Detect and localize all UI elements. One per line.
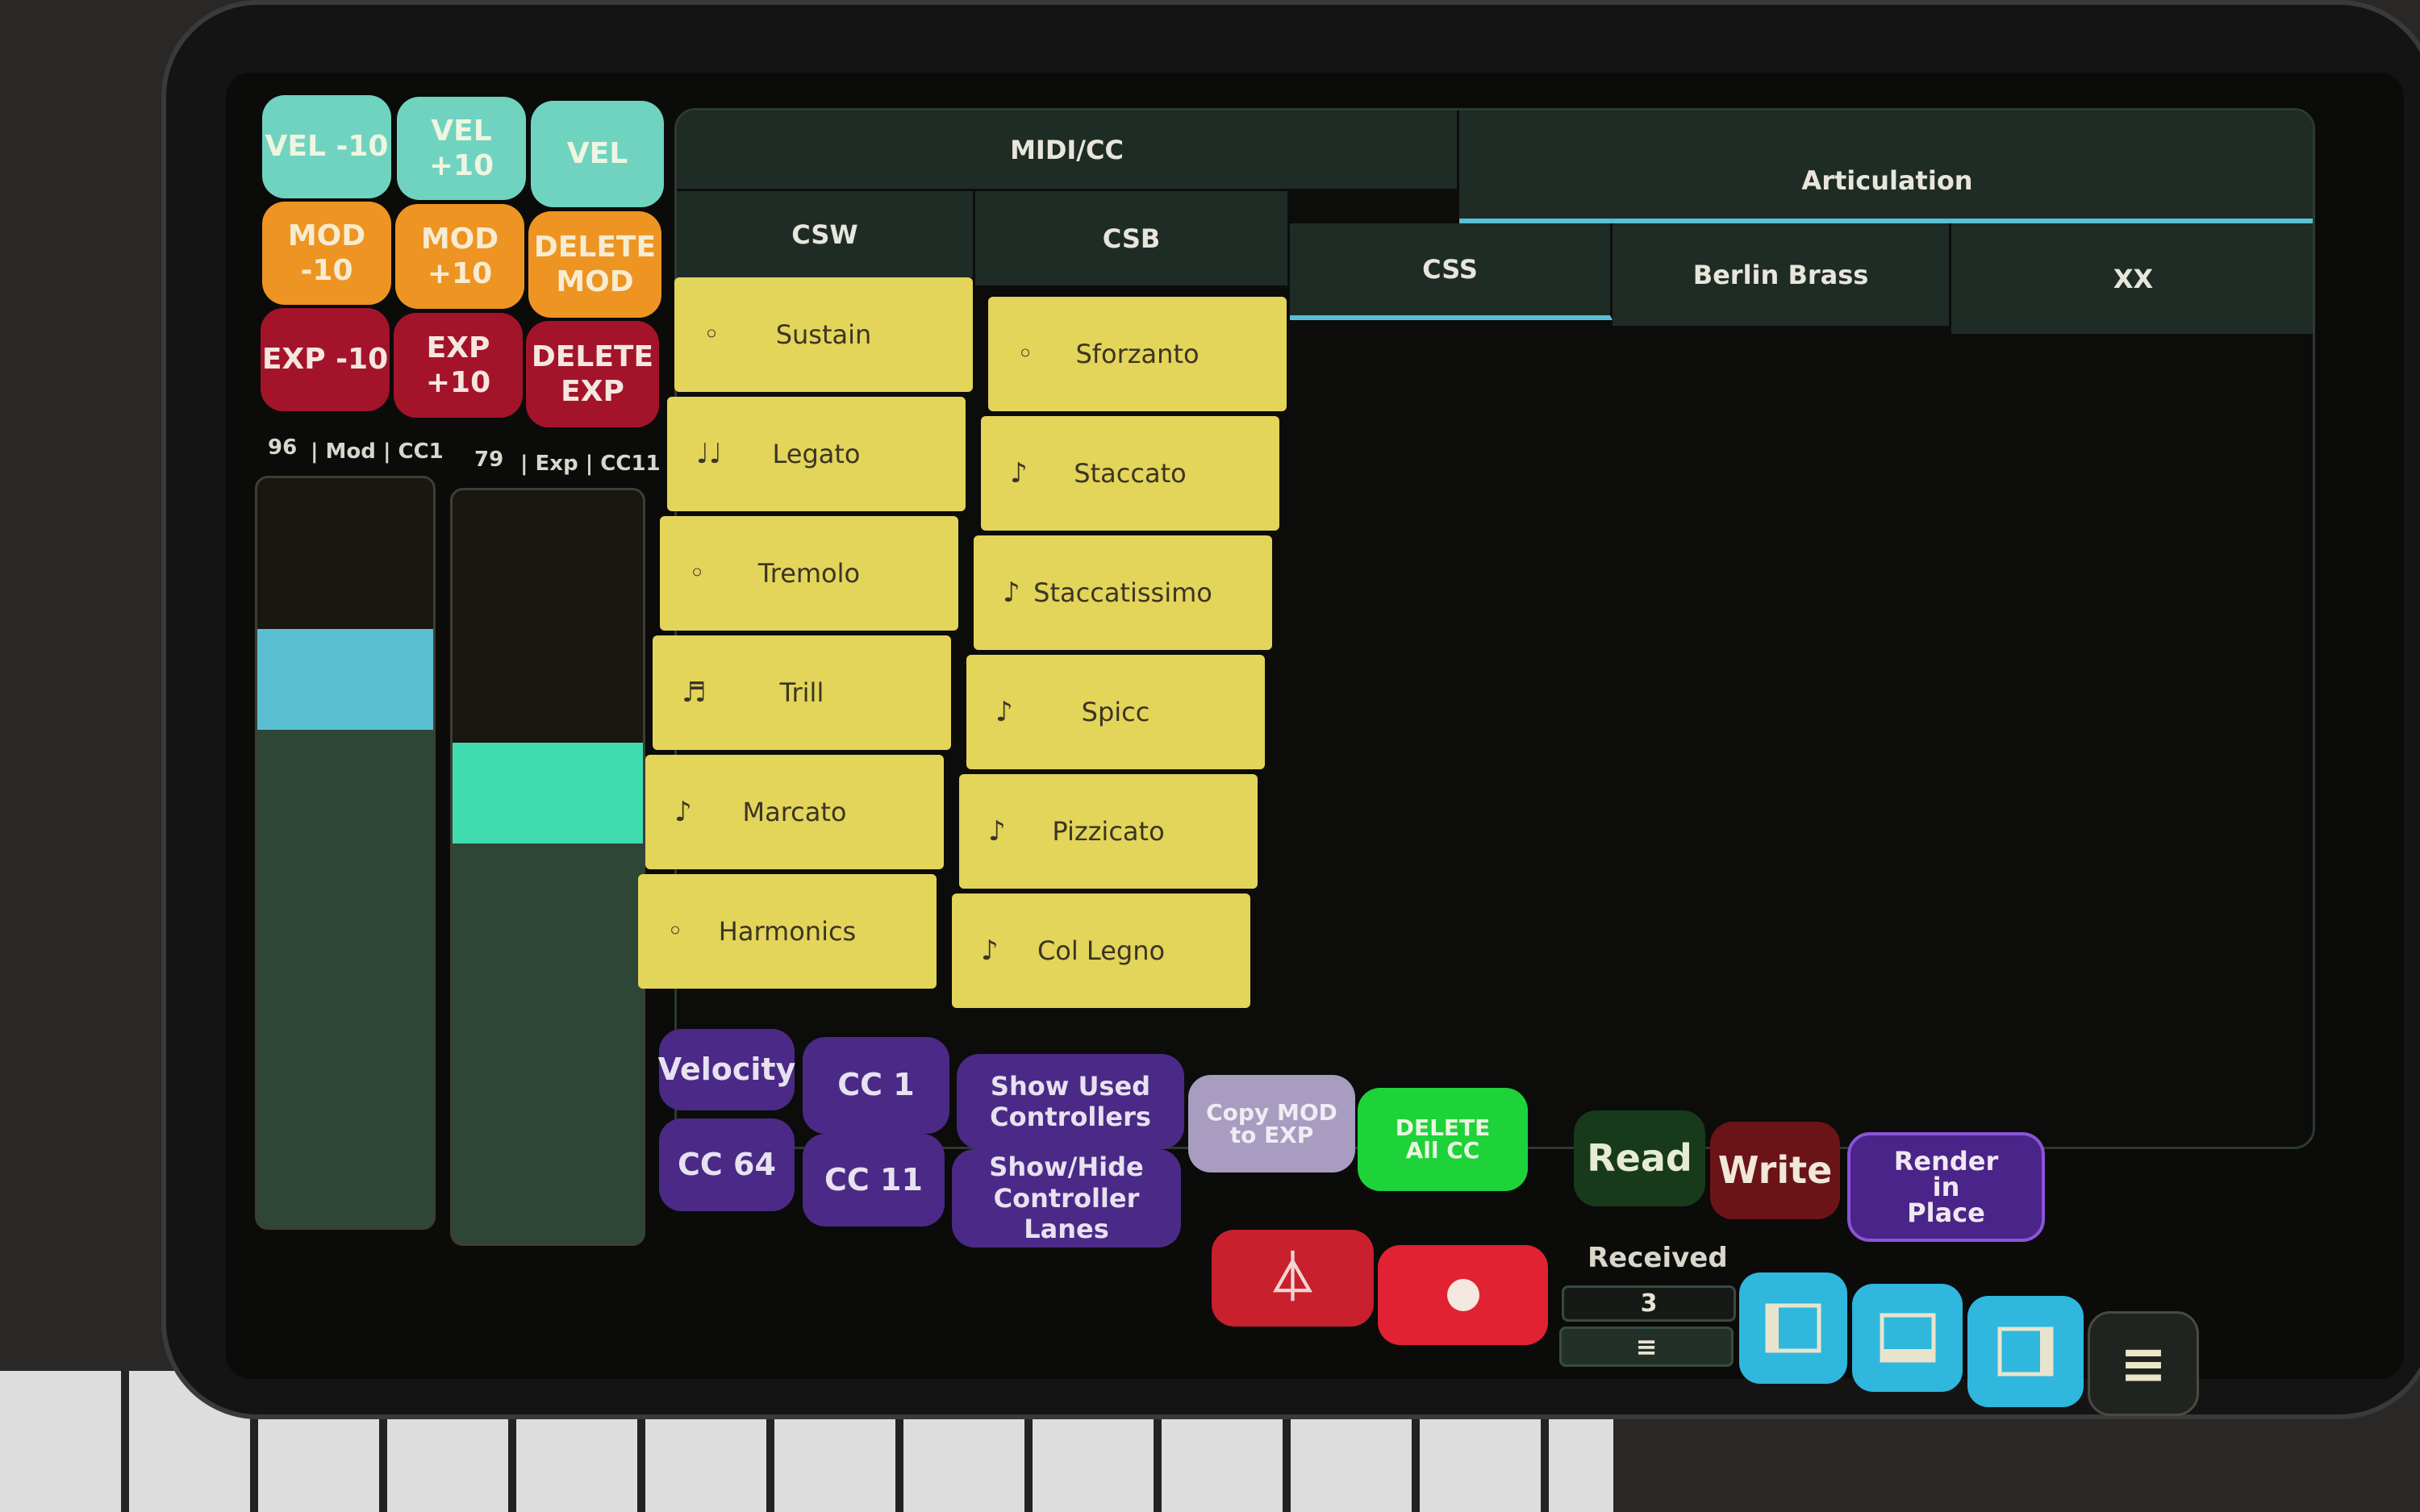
delete-mod-button[interactable]: DELETE MOD (528, 211, 661, 318)
exp-plus-10-button[interactable]: EXP +10 (394, 313, 523, 418)
articulation-label: Marcato (742, 797, 847, 827)
mod-slider[interactable] (255, 476, 436, 1230)
articulation-button-sustain[interactable]: ◦ Sustain (674, 277, 973, 392)
tab-csb[interactable]: CSB (975, 191, 1290, 288)
mod-slider-handle[interactable] (257, 628, 433, 730)
show-hide-controller-lanes-button[interactable]: Show/Hide Controller Lanes (952, 1149, 1181, 1248)
articulation-button-spicc[interactable]: ♪ Spicc (966, 655, 1265, 769)
tab-xx[interactable]: XX (1951, 223, 2313, 336)
exp-minus-10-button[interactable]: EXP -10 (261, 308, 390, 411)
articulation-label: Sustain (775, 319, 872, 350)
tab-berlin-brass[interactable]: Berlin Brass (1613, 223, 1951, 328)
tab-articulation[interactable]: Articulation (1459, 110, 2313, 223)
articulation-label: Col Legno (1037, 935, 1166, 966)
articulation-button-col-legno[interactable]: ♪ Col Legno (952, 893, 1250, 1008)
copy-mod-to-exp-button[interactable]: Copy MOD to EXP (1188, 1075, 1355, 1173)
note-icon: ♪ (988, 815, 1006, 848)
exp-slider-handle[interactable] (453, 743, 643, 843)
note-icon: ♩♩ (696, 438, 723, 470)
velocity-button[interactable]: Velocity (658, 1029, 795, 1110)
right-panel-toggle-button[interactable] (1967, 1296, 2084, 1407)
mod-plus-10-button[interactable]: MOD +10 (395, 204, 524, 309)
right-panel-icon (1997, 1327, 2054, 1377)
exp-slider[interactable] (450, 488, 645, 1246)
menu-icon: ≡ (1635, 1331, 1658, 1362)
articulation-label: Staccato (1074, 458, 1187, 489)
articulation-button-legato[interactable]: ♩♩ Legato (667, 397, 966, 511)
exp-label: | Exp | CC11 (520, 452, 661, 476)
articulation-button-trill[interactable]: ♬ Trill (653, 635, 951, 750)
delete-exp-button[interactable]: DELETE EXP (526, 321, 659, 427)
note-icon: ◦ (667, 915, 684, 948)
bottom-panel-toggle-button[interactable] (1852, 1284, 1963, 1392)
articulation-button-staccato[interactable]: ♪ Staccato (981, 416, 1279, 531)
write-button[interactable]: Write (1710, 1122, 1840, 1219)
mod-minus-10-button[interactable]: MOD -10 (262, 202, 391, 305)
bottom-panel-icon (1880, 1313, 1935, 1363)
vel-minus-10-button[interactable]: VEL -10 (262, 95, 391, 198)
mod-label: | Mod | CC1 (311, 439, 444, 464)
note-icon: ♪ (995, 696, 1013, 728)
left-panel-icon (1765, 1303, 1821, 1353)
articulation-button-pizzicato[interactable]: ♪ Pizzicato (959, 774, 1258, 889)
received-value: 3 (1562, 1285, 1736, 1322)
exp-value: 79 (474, 448, 504, 472)
articulation-label: Harmonics (718, 916, 857, 947)
articulation-button-harmonics[interactable]: ◦ Harmonics (638, 874, 937, 989)
articulation-label: Trill (779, 677, 824, 708)
left-panel-toggle-button[interactable] (1739, 1272, 1847, 1384)
mod-value: 96 (268, 435, 298, 460)
render-in-place-button[interactable]: Render in Place (1847, 1132, 2045, 1242)
record-icon (1446, 1279, 1479, 1311)
cc11-button[interactable]: CC 11 (803, 1134, 945, 1227)
note-icon: ♪ (674, 796, 692, 828)
articulation-label: Legato (772, 439, 861, 469)
tab-csw[interactable]: CSW (677, 191, 975, 280)
metronome-button[interactable]: ⏃ (1212, 1230, 1374, 1327)
articulation-label: Spicc (1081, 697, 1150, 727)
articulation-label: Sforzanto (1075, 339, 1200, 369)
vel-button[interactable]: VEL (531, 101, 664, 207)
metronome-icon: ⏃ (1268, 1250, 1317, 1306)
articulation-label: Staccatissimo (1033, 577, 1212, 608)
note-icon: ♪ (1003, 577, 1020, 609)
record-button[interactable] (1378, 1245, 1548, 1345)
articulation-label: Pizzicato (1052, 816, 1165, 847)
note-icon: ◦ (1017, 338, 1034, 370)
received-menu-button[interactable]: ≡ (1559, 1327, 1734, 1367)
articulation-label: Tremolo (757, 558, 861, 589)
read-button[interactable]: Read (1574, 1110, 1705, 1206)
delete-all-cc-button[interactable]: DELETE All CC (1358, 1088, 1528, 1191)
hamburger-icon: ≡ (2119, 1331, 2168, 1397)
show-used-controllers-button[interactable]: Show Used Controllers (957, 1054, 1184, 1149)
tab-css[interactable]: CSS (1290, 223, 1613, 320)
note-icon: ◦ (703, 319, 720, 351)
vel-plus-10-button[interactable]: VEL +10 (397, 97, 526, 200)
articulation-button-tremolo[interactable]: ◦ Tremolo (660, 516, 958, 631)
note-icon: ♪ (981, 935, 999, 967)
cc1-button[interactable]: CC 1 (803, 1037, 949, 1134)
note-icon: ◦ (689, 557, 706, 589)
articulation-button-marcato[interactable]: ♪ Marcato (645, 755, 944, 869)
note-icon: ♬ (682, 677, 707, 709)
cc64-button[interactable]: CC 64 (659, 1118, 795, 1211)
received-label: Received (1588, 1242, 1728, 1274)
articulation-button-sforzanto[interactable]: ◦ Sforzanto (988, 297, 1287, 411)
note-icon: ♪ (1010, 457, 1028, 489)
articulation-button-staccatissimo[interactable]: ♪ Staccatissimo (974, 535, 1272, 650)
tab-midi-cc[interactable]: MIDI/CC (677, 110, 1459, 191)
main-menu-button[interactable]: ≡ (2088, 1311, 2199, 1416)
